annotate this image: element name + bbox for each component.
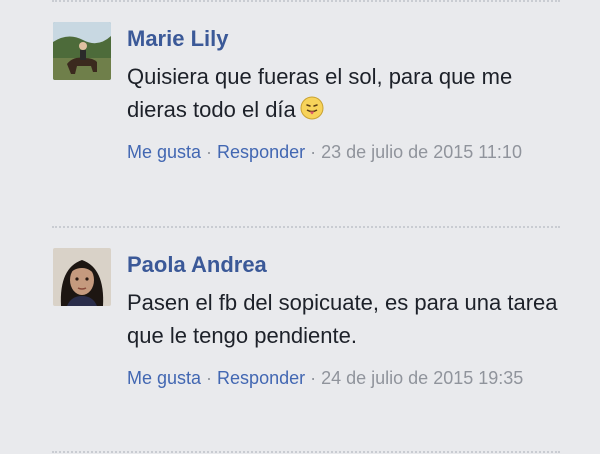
comment-timestamp[interactable]: 23 de julio de 2015 11:10 xyxy=(321,142,522,162)
horse-rider-photo xyxy=(53,22,111,80)
meta-separator: · xyxy=(305,368,322,388)
like-link[interactable]: Me gusta xyxy=(127,368,201,388)
avatar[interactable] xyxy=(53,22,111,80)
reply-link[interactable]: Responder xyxy=(217,142,305,162)
meta-separator: · xyxy=(305,142,322,162)
avatar[interactable] xyxy=(53,248,111,306)
like-link[interactable]: Me gusta xyxy=(127,142,201,162)
comment-author-link[interactable]: Paola Andrea xyxy=(127,252,570,278)
meta-separator: · xyxy=(201,368,218,388)
tongue-out-emoji-icon xyxy=(300,96,324,120)
comment-item: Marie Lily Quisiera que fueras el sol, p… xyxy=(0,0,600,226)
comment-text: Pasen el fb del sopicuate, es para una t… xyxy=(127,290,558,348)
comment-meta: Me gusta · Responder · 23 de julio de 20… xyxy=(127,138,570,166)
comment-meta: Me gusta · Responder · 24 de julio de 20… xyxy=(127,364,570,392)
comment-author-link[interactable]: Marie Lily xyxy=(127,26,570,52)
comment-timestamp[interactable]: 24 de julio de 2015 19:35 xyxy=(321,368,523,388)
woman-portrait-photo xyxy=(53,248,111,306)
bottom-divider xyxy=(52,451,560,453)
comment-text: Quisiera que fueras el sol, para que me … xyxy=(127,60,570,126)
comment-item: Paola Andrea Pasen el fb del sopicuate, … xyxy=(0,226,600,454)
reply-link[interactable]: Responder xyxy=(217,368,305,388)
meta-separator: · xyxy=(201,142,218,162)
